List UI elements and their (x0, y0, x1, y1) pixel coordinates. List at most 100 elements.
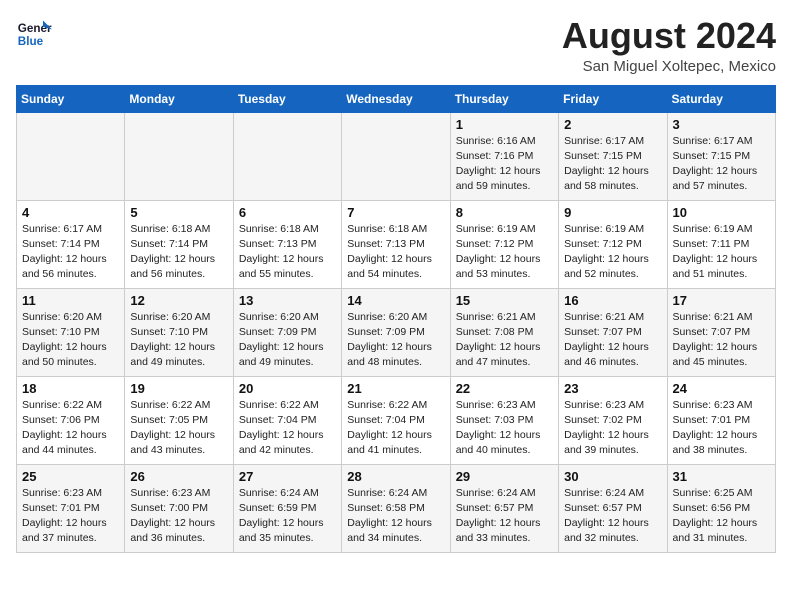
day-info: Sunrise: 6:17 AMSunset: 7:15 PMDaylight:… (673, 134, 770, 195)
day-info: Sunrise: 6:17 AMSunset: 7:14 PMDaylight:… (22, 222, 119, 283)
day-number: 5 (130, 205, 227, 220)
calendar-cell (342, 112, 450, 200)
day-number: 12 (130, 293, 227, 308)
day-info: Sunrise: 6:25 AMSunset: 6:56 PMDaylight:… (673, 486, 770, 547)
day-number: 16 (564, 293, 661, 308)
day-number: 27 (239, 469, 336, 484)
calendar-cell: 1 Sunrise: 6:16 AMSunset: 7:16 PMDaylight… (450, 112, 558, 200)
title-block: August 2024 San Miguel Xoltepec, Mexico (562, 16, 776, 75)
day-number: 30 (564, 469, 661, 484)
calendar-cell: 16 Sunrise: 6:21 AMSunset: 7:07 PMDayligh… (559, 288, 667, 376)
day-info: Sunrise: 6:19 AMSunset: 7:12 PMDaylight:… (564, 222, 661, 283)
day-number: 2 (564, 117, 661, 132)
day-number: 31 (673, 469, 770, 484)
day-info: Sunrise: 6:22 AMSunset: 7:05 PMDaylight:… (130, 398, 227, 459)
calendar-cell: 29Sunrise: 6:24 AMSunset: 6:57 PMDayligh… (450, 464, 558, 552)
calendar-cell: 2 Sunrise: 6:17 AMSunset: 7:15 PMDaylight… (559, 112, 667, 200)
day-info: Sunrise: 6:24 AMSunset: 6:59 PMDaylight:… (239, 486, 336, 547)
day-info: Sunrise: 6:18 AMSunset: 7:13 PMDaylight:… (239, 222, 336, 283)
calendar-cell: 27 Sunrise: 6:24 AMSunset: 6:59 PMDayligh… (233, 464, 341, 552)
logo: General Blue (16, 16, 52, 52)
day-number: 26 (130, 469, 227, 484)
calendar-cell: 11 Sunrise: 6:20 AMSunset: 7:10 PMDayligh… (17, 288, 125, 376)
day-info: Sunrise: 6:18 AMSunset: 7:13 PMDaylight:… (347, 222, 444, 283)
day-number: 21 (347, 381, 444, 396)
day-info: Sunrise: 6:23 AMSunset: 7:00 PMDaylight:… (130, 486, 227, 547)
day-number: 23 (564, 381, 661, 396)
calendar-cell: 10Sunrise: 6:19 AMSunset: 7:11 PMDayligh… (667, 200, 775, 288)
day-number: 15 (456, 293, 553, 308)
calendar-cell (17, 112, 125, 200)
day-number: 17 (673, 293, 770, 308)
day-number: 4 (22, 205, 119, 220)
header-wednesday: Wednesday (342, 85, 450, 112)
calendar-cell: 6Sunrise: 6:18 AMSunset: 7:13 PMDaylight… (233, 200, 341, 288)
logo-icon: General Blue (16, 16, 52, 52)
calendar-cell: 17 Sunrise: 6:21 AMSunset: 7:07 PMDayligh… (667, 288, 775, 376)
day-number: 1 (456, 117, 553, 132)
calendar-cell (125, 112, 233, 200)
day-info: Sunrise: 6:24 AMSunset: 6:57 PMDaylight:… (564, 486, 661, 547)
location-subtitle: San Miguel Xoltepec, Mexico (562, 58, 776, 75)
day-info: Sunrise: 6:22 AMSunset: 7:04 PMDaylight:… (239, 398, 336, 459)
day-info: Sunrise: 6:23 AMSunset: 7:03 PMDaylight:… (456, 398, 553, 459)
calendar-cell: 7 Sunrise: 6:18 AMSunset: 7:13 PMDaylight… (342, 200, 450, 288)
day-number: 7 (347, 205, 444, 220)
day-info: Sunrise: 6:23 AMSunset: 7:02 PMDaylight:… (564, 398, 661, 459)
calendar-cell: 26 Sunrise: 6:23 AMSunset: 7:00 PMDayligh… (125, 464, 233, 552)
header-saturday: Saturday (667, 85, 775, 112)
day-info: Sunrise: 6:21 AMSunset: 7:07 PMDaylight:… (673, 310, 770, 371)
header-tuesday: Tuesday (233, 85, 341, 112)
day-number: 13 (239, 293, 336, 308)
week-row-4: 18Sunrise: 6:22 AMSunset: 7:06 PMDayligh… (17, 376, 776, 464)
header-monday: Monday (125, 85, 233, 112)
day-number: 10 (673, 205, 770, 220)
calendar-cell: 15 Sunrise: 6:21 AMSunset: 7:08 PMDayligh… (450, 288, 558, 376)
day-number: 25 (22, 469, 119, 484)
calendar-cell: 3 Sunrise: 6:17 AMSunset: 7:15 PMDaylight… (667, 112, 775, 200)
month-year-title: August 2024 (562, 16, 776, 56)
page-header: General Blue August 2024 San Miguel Xolt… (16, 16, 776, 75)
day-number: 9 (564, 205, 661, 220)
calendar-cell: 4 Sunrise: 6:17 AMSunset: 7:14 PMDaylight… (17, 200, 125, 288)
day-number: 20 (239, 381, 336, 396)
calendar-cell: 20 Sunrise: 6:22 AMSunset: 7:04 PMDayligh… (233, 376, 341, 464)
day-info: Sunrise: 6:22 AMSunset: 7:06 PMDaylight:… (22, 398, 119, 459)
week-row-5: 25 Sunrise: 6:23 AMSunset: 7:01 PMDayligh… (17, 464, 776, 552)
day-number: 19 (130, 381, 227, 396)
calendar-cell: 21Sunrise: 6:22 AMSunset: 7:04 PMDayligh… (342, 376, 450, 464)
day-number: 14 (347, 293, 444, 308)
calendar-cell: 5Sunrise: 6:18 AMSunset: 7:14 PMDaylight… (125, 200, 233, 288)
day-info: Sunrise: 6:23 AMSunset: 7:01 PMDaylight:… (22, 486, 119, 547)
day-number: 3 (673, 117, 770, 132)
calendar-cell (233, 112, 341, 200)
calendar-cell: 24Sunrise: 6:23 AMSunset: 7:01 PMDayligh… (667, 376, 775, 464)
calendar-cell: 14Sunrise: 6:20 AMSunset: 7:09 PMDayligh… (342, 288, 450, 376)
day-number: 11 (22, 293, 119, 308)
header-thursday: Thursday (450, 85, 558, 112)
day-info: Sunrise: 6:24 AMSunset: 6:58 PMDaylight:… (347, 486, 444, 547)
days-header-row: Sunday Monday Tuesday Wednesday Thursday… (17, 85, 776, 112)
calendar-cell: 19 Sunrise: 6:22 AMSunset: 7:05 PMDayligh… (125, 376, 233, 464)
calendar-cell: 13Sunrise: 6:20 AMSunset: 7:09 PMDayligh… (233, 288, 341, 376)
calendar-cell: 22Sunrise: 6:23 AMSunset: 7:03 PMDayligh… (450, 376, 558, 464)
calendar-cell: 31 Sunrise: 6:25 AMSunset: 6:56 PMDayligh… (667, 464, 775, 552)
day-info: Sunrise: 6:23 AMSunset: 7:01 PMDaylight:… (673, 398, 770, 459)
day-info: Sunrise: 6:24 AMSunset: 6:57 PMDaylight:… (456, 486, 553, 547)
calendar-table: Sunday Monday Tuesday Wednesday Thursday… (16, 85, 776, 553)
calendar-cell: 30 Sunrise: 6:24 AMSunset: 6:57 PMDayligh… (559, 464, 667, 552)
day-info: Sunrise: 6:16 AMSunset: 7:16 PMDaylight:… (456, 134, 553, 195)
calendar-cell: 12Sunrise: 6:20 AMSunset: 7:10 PMDayligh… (125, 288, 233, 376)
header-sunday: Sunday (17, 85, 125, 112)
day-info: Sunrise: 6:20 AMSunset: 7:10 PMDaylight:… (22, 310, 119, 371)
day-info: Sunrise: 6:21 AMSunset: 7:07 PMDaylight:… (564, 310, 661, 371)
day-info: Sunrise: 6:21 AMSunset: 7:08 PMDaylight:… (456, 310, 553, 371)
calendar-cell: 8Sunrise: 6:19 AMSunset: 7:12 PMDaylight… (450, 200, 558, 288)
calendar-cell: 18Sunrise: 6:22 AMSunset: 7:06 PMDayligh… (17, 376, 125, 464)
week-row-2: 4 Sunrise: 6:17 AMSunset: 7:14 PMDaylight… (17, 200, 776, 288)
calendar-cell: 23 Sunrise: 6:23 AMSunset: 7:02 PMDayligh… (559, 376, 667, 464)
calendar-cell: 9 Sunrise: 6:19 AMSunset: 7:12 PMDaylight… (559, 200, 667, 288)
day-info: Sunrise: 6:17 AMSunset: 7:15 PMDaylight:… (564, 134, 661, 195)
svg-text:Blue: Blue (18, 35, 44, 48)
calendar-cell: 28Sunrise: 6:24 AMSunset: 6:58 PMDayligh… (342, 464, 450, 552)
